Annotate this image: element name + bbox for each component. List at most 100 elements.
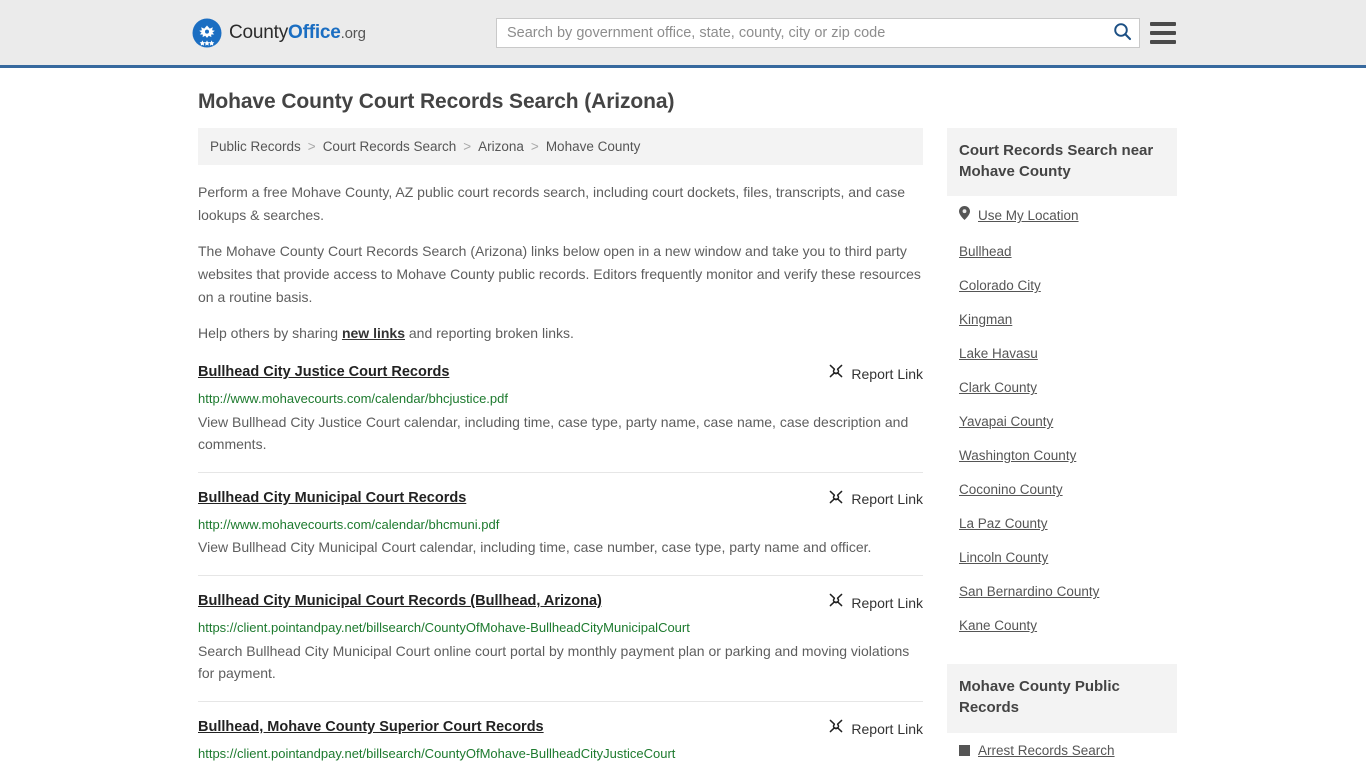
result-title-link[interactable]: Bullhead, Mohave County Superior Court R… (198, 718, 544, 737)
sidebar-list-item: Arrest Records Search (947, 733, 1177, 767)
sidebar-link-coconino-county[interactable]: Coconino County (959, 482, 1063, 497)
sidebar-link-lake-havasu[interactable]: Lake Havasu (959, 346, 1038, 361)
sidebar-list-item: Lake Havasu (947, 336, 1177, 370)
breadcrumb-separator: > (463, 139, 472, 154)
results-list: Bullhead City Justice Court Records Repo… (198, 363, 923, 768)
sidebar-link-bullhead[interactable]: Bullhead (959, 244, 1012, 259)
result-title-link[interactable]: Bullhead City Municipal Court Records (198, 489, 466, 508)
sidebar-link-row[interactable]: Yavapai County (947, 404, 1177, 438)
report-link-button[interactable]: Report Link (828, 489, 923, 510)
sidebar-link-clark-county[interactable]: Clark County (959, 380, 1037, 395)
result-url: https://client.pointandpay.net/billsearc… (198, 746, 676, 762)
main-content: Public Records > Court Records Search > … (193, 128, 923, 768)
result-header: Bullhead, Mohave County Superior Court R… (198, 718, 923, 739)
broken-link-icon (828, 489, 844, 510)
sidebar-list-item: Coconino County (947, 472, 1177, 506)
sidebar-link-row[interactable]: Kane County (947, 608, 1177, 642)
use-my-location-row[interactable]: Use My Location (947, 196, 1177, 234)
sidebar-link-kane-county[interactable]: Kane County (959, 618, 1037, 633)
sidebar-link-arrest-records-search[interactable]: Arrest Records Search (978, 743, 1115, 758)
result-url: http://www.mohavecourts.com/calendar/bhc… (198, 516, 500, 532)
sidebar-link-yavapai-county[interactable]: Yavapai County (959, 414, 1053, 429)
report-link-button[interactable]: Report Link (828, 363, 923, 384)
sidebar: Court Records Search near Mohave County … (947, 128, 1177, 767)
sidebar-link-la-paz-county[interactable]: La Paz County (959, 516, 1048, 531)
search-input[interactable] (497, 18, 1105, 47)
sidebar-list-item: Kingman (947, 302, 1177, 336)
sidebar-public-records-list: Arrest Records Search (947, 733, 1177, 767)
search-button[interactable] (1105, 19, 1139, 47)
sidebar-link-kingman[interactable]: Kingman (959, 312, 1012, 327)
site-logo-text: CountyOffice.org (229, 22, 366, 44)
sidebar-list-item: Yavapai County (947, 404, 1177, 438)
sidebar-link-row[interactable]: Kingman (947, 302, 1177, 336)
breadcrumb: Public Records > Court Records Search > … (198, 128, 923, 165)
sidebar-list-item: Washington County (947, 438, 1177, 472)
sidebar-nearby-list: Use My Location Bullhead Colorado City K… (947, 196, 1177, 642)
sidebar-link-row[interactable]: Lake Havasu (947, 336, 1177, 370)
hamburger-bar-3 (1150, 39, 1176, 44)
breadcrumb-item-2[interactable]: Arizona (478, 139, 524, 154)
search-icon (1113, 22, 1132, 44)
sidebar-list-item: Clark County (947, 370, 1177, 404)
intro-paragraph-3: Help others by sharing new links and rep… (198, 322, 923, 345)
sidebar-list-item: Kane County (947, 608, 1177, 642)
result-url: http://www.mohavecourts.com/calendar/bhc… (198, 391, 508, 407)
report-link-label: Report Link (851, 594, 923, 611)
site-logo[interactable]: CountyOffice.org (192, 18, 366, 48)
sidebar-link-row[interactable]: Coconino County (947, 472, 1177, 506)
county-office-eagle-icon (192, 18, 222, 48)
result-description: Search Bullhead City Municipal Court onl… (198, 642, 910, 682)
broken-link-icon (828, 718, 844, 739)
sidebar-link-san-bernardino-county[interactable]: San Bernardino County (959, 584, 1099, 599)
report-link-label: Report Link (851, 491, 923, 508)
result-title-link[interactable]: Bullhead City Municipal Court Records (B… (198, 592, 602, 611)
report-link-button[interactable]: Report Link (828, 718, 923, 739)
result-url: https://client.pointandpay.net/billsearc… (198, 620, 690, 636)
brand-county: County (229, 21, 289, 43)
result-item: Bullhead City Municipal Court Records (B… (198, 592, 923, 703)
sidebar-link-lincoln-county[interactable]: Lincoln County (959, 550, 1048, 565)
sidebar-link-row[interactable]: San Bernardino County (947, 574, 1177, 608)
sidebar-link-row[interactable]: La Paz County (947, 506, 1177, 540)
sidebar-link-row[interactable]: Lincoln County (947, 540, 1177, 574)
intro-paragraph-1: Perform a free Mohave County, AZ public … (198, 184, 906, 223)
breadcrumb-separator: > (307, 139, 316, 154)
result-item: Bullhead City Municipal Court Records Re… (198, 489, 923, 577)
breadcrumb-item-1[interactable]: Court Records Search (323, 139, 457, 154)
broken-link-icon (828, 363, 844, 384)
new-links-link[interactable]: new links (342, 325, 405, 341)
report-link-label: Report Link (851, 365, 923, 382)
page-title: Mohave County Court Records Search (Ariz… (198, 90, 675, 113)
intro-p3-after: and reporting broken links. (405, 325, 574, 342)
report-link-button[interactable]: Report Link (828, 592, 923, 613)
sidebar-public-records-heading: Mohave County Public Records (947, 664, 1177, 733)
result-item: Bullhead, Mohave County Superior Court R… (198, 718, 923, 768)
breadcrumb-separator: > (530, 139, 539, 154)
intro-paragraph-2: The Mohave County Court Records Search (… (198, 243, 921, 305)
breadcrumb-item-0[interactable]: Public Records (210, 139, 301, 154)
hamburger-menu-button[interactable] (1150, 21, 1176, 44)
sidebar-list-item: Use My Location (947, 196, 1177, 234)
hamburger-bar-2 (1150, 30, 1176, 35)
sidebar-link-row[interactable]: Arrest Records Search (947, 733, 1177, 767)
sidebar-link-row[interactable]: Colorado City (947, 268, 1177, 302)
columns-wrapper: Public Records > Court Records Search > … (193, 128, 1177, 768)
result-title-link[interactable]: Bullhead City Justice Court Records (198, 363, 449, 382)
sidebar-list-item: Lincoln County (947, 540, 1177, 574)
map-pin-icon (959, 206, 970, 225)
sidebar-list-item: La Paz County (947, 506, 1177, 540)
result-header: Bullhead City Justice Court Records Repo… (198, 363, 923, 384)
sidebar-link-colorado-city[interactable]: Colorado City (959, 278, 1041, 293)
sidebar-link-washington-county[interactable]: Washington County (959, 448, 1076, 463)
search-bar (496, 17, 1140, 48)
result-description: View Bullhead City Municipal Court calen… (198, 539, 872, 556)
sidebar-link-row[interactable]: Bullhead (947, 234, 1177, 268)
use-my-location-link[interactable]: Use My Location (978, 208, 1079, 223)
breadcrumb-item-3: Mohave County (545, 139, 641, 154)
sidebar-link-row[interactable]: Clark County (947, 370, 1177, 404)
sidebar-list-item: San Bernardino County (947, 574, 1177, 608)
brand-org: .org (340, 24, 366, 42)
site-header: CountyOffice.org (0, 0, 1366, 68)
sidebar-link-row[interactable]: Washington County (947, 438, 1177, 472)
